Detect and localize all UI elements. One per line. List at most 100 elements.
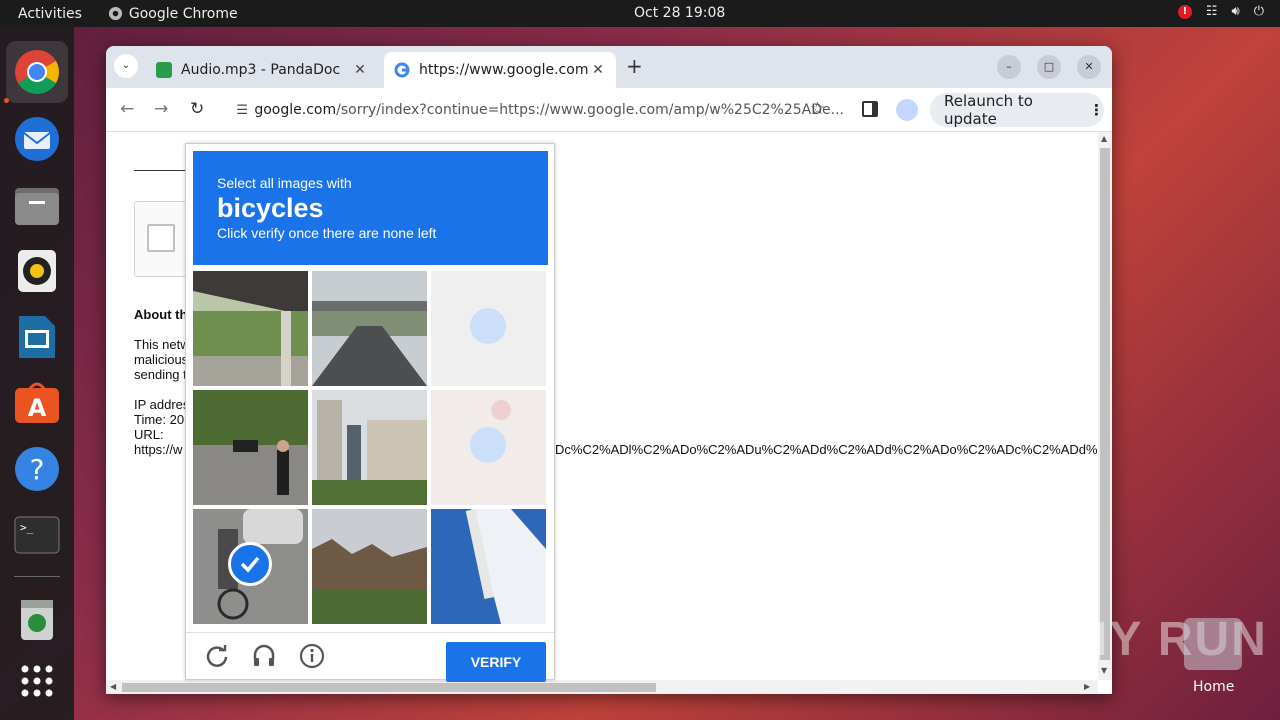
captcha-tile[interactable] — [312, 509, 427, 624]
tab-strip: ⌄ Audio.mp3 - PandaDoc ✕ https://www.goo… — [106, 46, 1112, 88]
captcha-tile-selected[interactable] — [431, 390, 546, 505]
captcha-tile-selected[interactable] — [431, 271, 546, 386]
captcha-tile[interactable] — [193, 390, 308, 505]
about-heading: About th — [134, 307, 188, 322]
reload-icon[interactable]: ↻ — [190, 99, 204, 119]
power-icon: ⏻ — [1253, 4, 1264, 19]
captcha-tile[interactable] — [431, 509, 546, 624]
clock[interactable]: Oct 28 19:08 — [634, 5, 725, 21]
thunderbird-icon — [15, 117, 59, 161]
svg-text:?: ? — [30, 453, 45, 486]
system-tray[interactable]: ! ☷ 🔊︎ ⏻ — [1177, 4, 1264, 19]
ip-line: IP addres — [134, 397, 190, 412]
time-line: Time: 20 — [134, 412, 185, 427]
pandadoc-favicon — [156, 62, 172, 78]
selected-check-icon — [228, 542, 272, 586]
close-tab-icon[interactable]: ✕ — [352, 62, 368, 78]
captcha-tile[interactable] — [312, 390, 427, 505]
top-bar: Activities Google Chrome Oct 28 19:08 ! … — [0, 0, 1280, 27]
terminal-icon: >_ — [14, 516, 60, 554]
activities-button[interactable]: Activities — [18, 6, 82, 22]
tab-search-button[interactable]: ⌄ — [114, 54, 138, 78]
scroll-down-icon[interactable]: ▼ — [1101, 666, 1107, 675]
dock-files[interactable] — [10, 178, 64, 232]
alert-icon[interactable]: ! — [1177, 4, 1192, 19]
home-folder-icon[interactable] — [1184, 618, 1242, 670]
dock-terminal[interactable]: >_ — [10, 508, 64, 562]
app-menu[interactable]: Google Chrome — [108, 6, 238, 22]
dock-help[interactable]: ? — [10, 442, 64, 496]
image-grid — [193, 271, 548, 626]
reload-challenge-icon[interactable] — [204, 643, 230, 669]
minimize-button[interactable]: – — [997, 55, 1021, 79]
maximize-button[interactable]: □ — [1037, 55, 1061, 79]
impress-icon — [19, 316, 55, 358]
svg-text:>_: >_ — [20, 521, 34, 534]
chrome-small-icon — [108, 6, 122, 21]
tab-title: Audio.mp3 - PandaDoc — [181, 62, 341, 78]
software-store-icon: A — [15, 382, 59, 423]
trash-icon — [21, 600, 53, 640]
volume-icon: 🔊︎ — [1231, 4, 1240, 19]
verify-button[interactable]: VERIFY — [446, 642, 546, 682]
url-host: google.com — [254, 102, 337, 118]
app-grid-icon — [21, 665, 53, 697]
dock-rhythmbox[interactable] — [10, 244, 64, 298]
tab-google[interactable]: https://www.google.com ✕ — [384, 52, 616, 88]
dock-software[interactable]: A — [10, 376, 64, 430]
side-panel-icon[interactable] — [862, 101, 878, 117]
dock-show-apps[interactable] — [10, 654, 64, 708]
dock-impress[interactable] — [10, 310, 64, 364]
site-info-icon[interactable]: ☰ — [230, 103, 254, 118]
browser-toolbar: ← → ↻ ☰ google.com /sorry/index?continue… — [106, 88, 1112, 132]
recaptcha-challenge: Select all images with bicycles Click ve… — [185, 143, 555, 682]
new-tab-icon[interactable]: + — [626, 54, 643, 78]
chrome-icon — [15, 50, 59, 94]
instruction-text: Select all images with — [217, 175, 352, 191]
rhythmbox-icon — [18, 250, 56, 292]
vertical-scrollbar[interactable]: ▲ ▼ — [1098, 132, 1112, 680]
scroll-right-icon[interactable]: ▶ — [1084, 682, 1090, 691]
network-icon: ☷ — [1205, 4, 1218, 19]
close-tab-icon[interactable]: ✕ — [590, 62, 606, 78]
forward-icon[interactable]: → — [154, 99, 168, 119]
info-icon[interactable] — [299, 643, 325, 669]
url-text-overflow: Dc%C2%ADl%C2%ADo%C2%ADu%C2%ADd%C2%ADd%C2… — [555, 442, 1098, 457]
dock-trash[interactable] — [10, 592, 64, 646]
instruction-subtext: Click verify once there are none left — [217, 225, 437, 241]
more-menu-icon[interactable]: ⋮ — [1089, 101, 1104, 119]
scroll-thumb[interactable] — [1100, 148, 1110, 660]
target-object: bicycles — [217, 193, 324, 223]
home-folder-label[interactable]: Home — [1193, 679, 1234, 695]
info-line: malicious — [134, 352, 189, 367]
scroll-up-icon[interactable]: ▲ — [1101, 134, 1107, 143]
help-icon: ? — [15, 447, 59, 491]
challenge-header: Select all images with bicycles Click ve… — [193, 151, 548, 265]
captcha-tile[interactable] — [312, 271, 427, 386]
tab-title: https://www.google.com — [419, 62, 589, 78]
url-label: URL: — [134, 427, 164, 442]
profile-avatar[interactable] — [896, 99, 918, 121]
scroll-thumb[interactable] — [122, 683, 656, 692]
dock: A ? >_ — [0, 27, 74, 720]
url-text-start: https://w — [134, 442, 183, 457]
horizontal-scrollbar[interactable]: ◀ ▶ — [106, 680, 1098, 694]
back-icon[interactable]: ← — [120, 99, 134, 119]
bookmark-star-icon[interactable]: ☆ — [810, 99, 825, 119]
audio-challenge-icon[interactable] — [251, 643, 277, 669]
dock-thunderbird[interactable] — [10, 112, 64, 166]
captcha-tile-selected[interactable] — [193, 509, 308, 624]
relaunch-label: Relaunch to update — [944, 92, 1033, 128]
close-window-button[interactable]: ✕ — [1077, 55, 1101, 79]
challenge-footer: VERIFY — [186, 632, 554, 682]
relaunch-button[interactable]: Relaunch to update ⋮ — [930, 92, 1104, 128]
files-icon — [15, 188, 59, 225]
address-bar[interactable]: ☰ google.com /sorry/index?continue=https… — [224, 93, 844, 127]
dock-separator — [14, 576, 60, 577]
scroll-left-icon[interactable]: ◀ — [110, 682, 116, 691]
dock-chrome[interactable] — [6, 41, 68, 103]
tab-pandadoc[interactable]: Audio.mp3 - PandaDoc ✕ — [146, 52, 378, 88]
recaptcha-checkbox[interactable] — [147, 224, 175, 252]
info-line: This netw — [134, 337, 190, 352]
captcha-tile[interactable] — [193, 271, 308, 386]
